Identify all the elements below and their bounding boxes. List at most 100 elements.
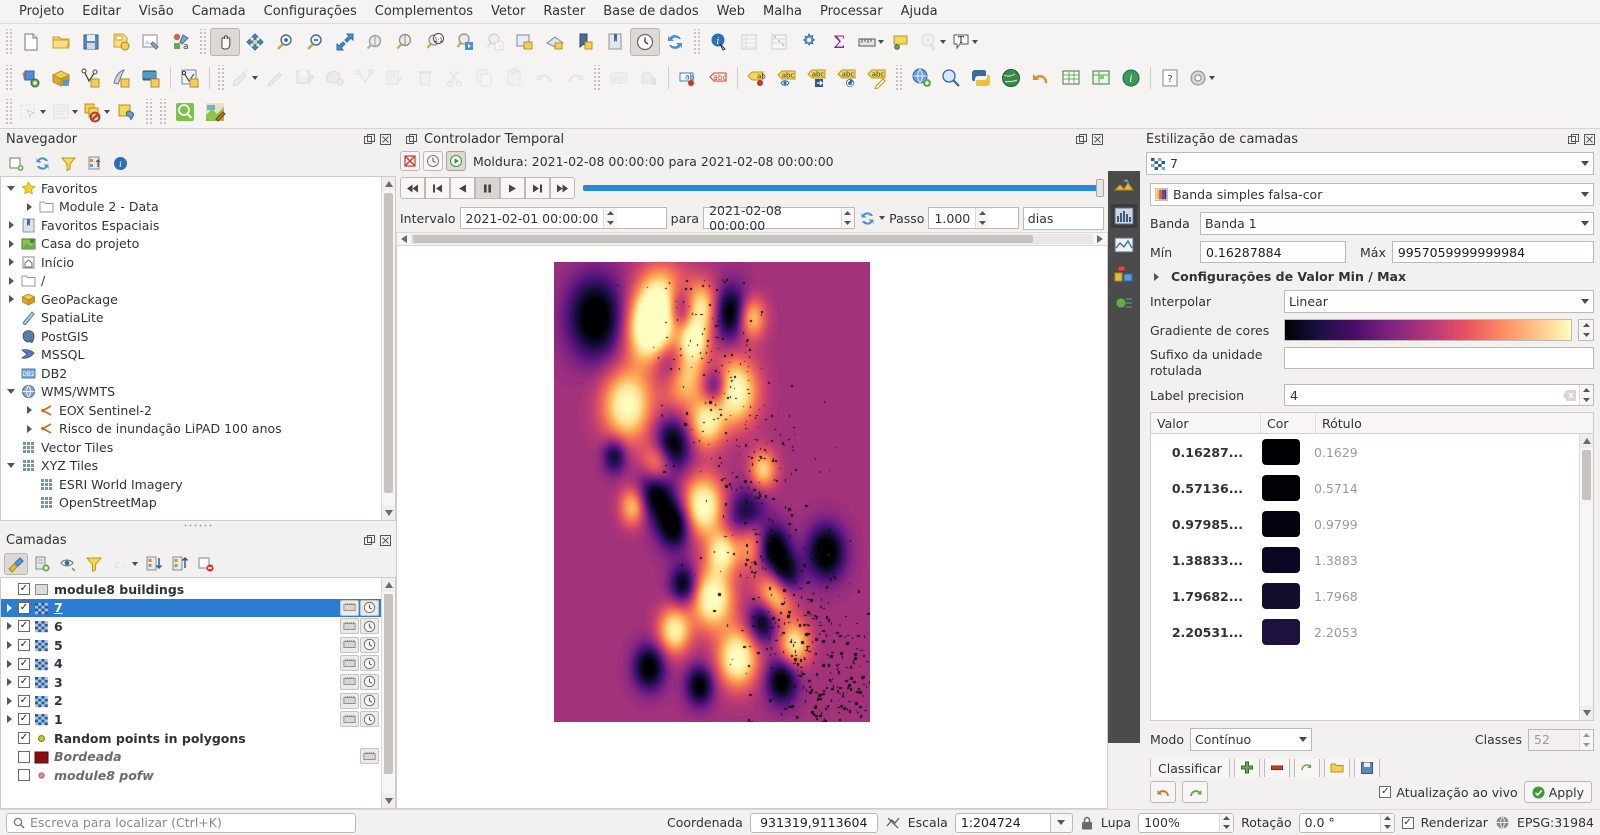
lock-scale-icon[interactable]	[1080, 815, 1094, 831]
delete-selected-button[interactable]	[410, 64, 440, 92]
color-row-value[interactable]: 2.20531...	[1151, 625, 1253, 640]
toggle-editing-button[interactable]	[260, 64, 290, 92]
save-icon[interactable]	[1353, 759, 1380, 777]
chevron-down-icon[interactable]	[3, 185, 19, 191]
color-row-value[interactable]: 1.79682...	[1151, 589, 1253, 604]
mode-select[interactable]: Contínuo	[1190, 728, 1313, 751]
color-table-row[interactable]: 0.16287... 0.1629	[1151, 434, 1579, 470]
remove-class-icon[interactable]	[1263, 759, 1290, 777]
chevron-down-icon[interactable]	[3, 389, 19, 395]
navigator-item[interactable]: DB2 DB2	[1, 364, 381, 383]
chevron-right-icon[interactable]	[1, 603, 18, 612]
layer-visibility-checkbox[interactable]	[18, 769, 30, 782]
pyramids-icon[interactable]	[1111, 262, 1137, 286]
new-project-button[interactable]	[16, 28, 46, 56]
filter-icon[interactable]	[56, 152, 80, 174]
text-annotation-button[interactable]: T	[948, 28, 974, 56]
highlight-labels-button[interactable]: abc	[703, 64, 733, 92]
identify-features-button[interactable]: i	[704, 28, 734, 56]
copy-features-button[interactable]	[470, 64, 500, 92]
layers-tree[interactable]: ✓ module8 buildings ✓ 7 ✓ 6 ✓ 5 ✓ 4 ✓ 3 ✓ 2 ✓ 1 ✓ Random …	[0, 577, 396, 809]
min-input[interactable]: 0.16287884	[1200, 241, 1346, 263]
locator-search-input[interactable]: Escreva para localizar (Ctrl+K)	[6, 812, 356, 833]
color-row-swatch[interactable]	[1253, 547, 1308, 574]
navigator-item[interactable]: XYZ Tiles	[1, 457, 381, 476]
temporal-icon[interactable]	[360, 618, 379, 635]
add-mesh-layer-button[interactable]	[136, 64, 166, 92]
color-row-value[interactable]: 1.38833...	[1151, 553, 1253, 568]
chevron-right-icon[interactable]	[3, 276, 19, 285]
openlayers-button[interactable]	[996, 64, 1026, 92]
navigator-close-icon[interactable]	[378, 133, 392, 147]
style-manager-button[interactable]	[1185, 64, 1211, 92]
toolbar-grip[interactable]	[217, 65, 225, 91]
qgis-info-button[interactable]: i	[1116, 64, 1146, 92]
statistical-summary-button[interactable]: Σ	[824, 28, 854, 56]
play-reverse-icon[interactable]	[450, 177, 475, 199]
style-close-icon[interactable]	[1582, 133, 1596, 147]
animated-icon[interactable]	[446, 151, 466, 171]
new-print-layout-button[interactable]: a	[166, 28, 196, 56]
color-row-swatch[interactable]	[1253, 475, 1308, 502]
refresh-map-button[interactable]	[660, 28, 690, 56]
rotation-input[interactable]: 0.0 °	[1298, 812, 1395, 833]
menu-complementos[interactable]: Complementos	[366, 2, 482, 21]
new-shapefile-layer-button[interactable]	[175, 64, 205, 92]
save-layer-edits-button[interactable]	[290, 64, 320, 92]
scale-dropdown-caret[interactable]	[1050, 812, 1073, 833]
layer-row[interactable]: ✓ 3	[1, 673, 381, 692]
raster-icon[interactable]	[340, 711, 359, 728]
toolbar-grip[interactable]	[5, 99, 13, 125]
metasearch-button[interactable]	[906, 64, 936, 92]
layer-visibility-checkbox[interactable]: ✓	[18, 694, 30, 707]
layer-row[interactable]: module8 pofw	[1, 766, 381, 785]
scroll-right-icon[interactable]	[1093, 233, 1107, 245]
renderer-select[interactable]: Banda simples falsa-cor	[1150, 183, 1594, 206]
toolbar-grip[interactable]	[593, 65, 601, 91]
toolbar-grip[interactable]	[693, 29, 701, 55]
color-row-swatch[interactable]	[1253, 619, 1308, 646]
map-tips-button[interactable]	[886, 28, 916, 56]
zoom-to-layer-button[interactable]	[390, 28, 420, 56]
add-vector-layer-button[interactable]	[76, 64, 106, 92]
sort-icon[interactable]	[1293, 759, 1320, 777]
vertex-tool-button[interactable]	[350, 64, 380, 92]
chevron-right-icon[interactable]	[1, 641, 18, 650]
navigator-scroll-thumb[interactable]	[384, 193, 393, 493]
manage-visibility-icon[interactable]	[56, 553, 80, 575]
chevron-right-icon[interactable]	[1154, 272, 1159, 281]
temporal-step-input[interactable]: 1.000	[928, 207, 1019, 229]
color-ramp-preview[interactable]	[1284, 319, 1572, 341]
color-table-row[interactable]: 0.97985... 0.9799	[1151, 506, 1579, 542]
color-table-scroll-thumb[interactable]	[1582, 450, 1591, 501]
ramp-dropdown-button[interactable]	[1578, 319, 1594, 341]
rotate-label-button[interactable]: abc	[832, 64, 862, 92]
left-dock-splitter[interactable]	[0, 521, 396, 530]
deselect-features-button[interactable]	[80, 98, 106, 126]
help-button[interactable]: ?	[1155, 64, 1185, 92]
pause-icon[interactable]	[475, 177, 500, 199]
chevron-right-icon[interactable]	[3, 258, 19, 267]
layers-close-icon[interactable]	[378, 534, 392, 548]
chevron-right-icon[interactable]	[21, 406, 37, 415]
navigator-item[interactable]: Vector Tiles	[1, 438, 381, 457]
navigator-item[interactable]: MSSQL	[1, 346, 381, 365]
toolbar-grip[interactable]	[5, 65, 13, 91]
menu-web[interactable]: Web	[708, 2, 754, 21]
show-hide-labels-button[interactable]: abc	[772, 64, 802, 92]
add-table-button[interactable]	[1056, 64, 1086, 92]
color-row-label[interactable]: 2.2053	[1308, 625, 1358, 640]
transparency-icon[interactable]	[1111, 233, 1137, 257]
live-update-toggle[interactable]: ✓ Atualização ao vivo	[1379, 785, 1518, 800]
chevron-right-icon[interactable]	[3, 221, 19, 230]
collapse-all-icon[interactable]	[168, 553, 192, 575]
modify-attributes-button[interactable]	[380, 64, 410, 92]
temporal-range-end-input[interactable]: 2021-02-08 00:00:00	[703, 203, 856, 233]
collapse-all-icon[interactable]	[82, 152, 106, 174]
layout-manager-button[interactable]	[136, 28, 166, 56]
chevron-right-icon[interactable]	[21, 424, 37, 433]
chevron-right-icon[interactable]	[3, 239, 19, 248]
chevron-right-icon[interactable]	[1, 715, 18, 724]
navigation-off-icon[interactable]	[400, 151, 420, 171]
chevron-right-icon[interactable]	[1, 659, 18, 668]
